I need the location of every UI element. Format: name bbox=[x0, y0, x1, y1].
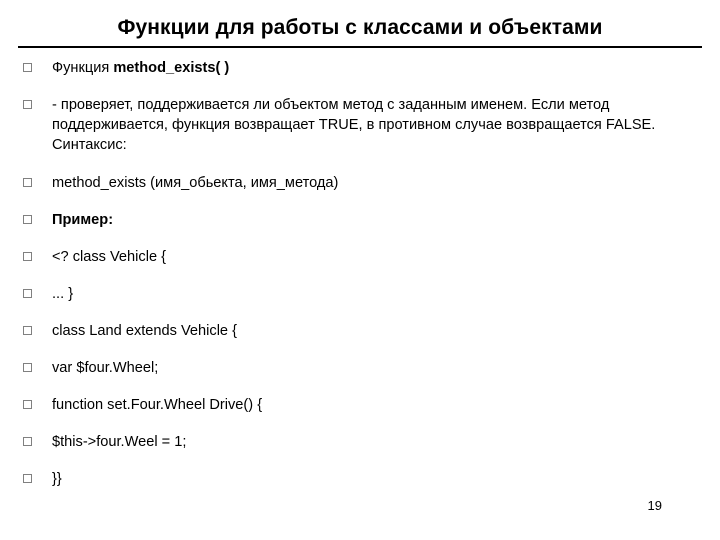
bullet-syntax: method_exists (имя_обьекта, имя_метода) bbox=[52, 175, 339, 191]
list-item: var $four.Wheel; bbox=[18, 358, 708, 378]
bullet-text-bold: method_exists( ) bbox=[113, 60, 230, 76]
square-bullet-icon bbox=[23, 215, 32, 224]
list-item: Пример: bbox=[18, 210, 708, 230]
list-item: }} bbox=[18, 469, 708, 489]
bullet-code-4: var $four.Wheel; bbox=[52, 360, 159, 376]
bullet-code-2: ... } bbox=[52, 286, 74, 302]
title-divider bbox=[18, 46, 702, 48]
square-bullet-icon bbox=[23, 289, 32, 298]
square-bullet-icon bbox=[23, 400, 32, 409]
bullet-code-3: class Land extends Vehicle { bbox=[52, 323, 237, 339]
bullet-list: Функция method_exists( ) - проверяет, по… bbox=[18, 58, 708, 503]
square-bullet-icon bbox=[23, 63, 32, 72]
list-item: - проверяет, поддерживается ли объектом … bbox=[18, 95, 708, 155]
square-bullet-icon bbox=[23, 178, 32, 187]
bullet-code-5: function set.Four.Wheel Drive() { bbox=[52, 397, 263, 413]
page-number: 19 bbox=[647, 498, 662, 513]
square-bullet-icon bbox=[23, 474, 32, 483]
bullet-code-1: <? class Vehicle { bbox=[52, 249, 166, 265]
list-item: method_exists (имя_обьекта, имя_метода) bbox=[18, 173, 708, 193]
bullet-code-7: }} bbox=[52, 471, 62, 487]
bullet-description: - проверяет, поддерживается ли объектом … bbox=[52, 97, 656, 153]
list-item: <? class Vehicle { bbox=[18, 247, 708, 267]
bullet-function-heading: Функция method_exists( ) bbox=[52, 58, 229, 78]
bullet-example-label: Пример: bbox=[52, 212, 114, 228]
square-bullet-icon bbox=[23, 326, 32, 335]
bullet-code-6: $this->four.Weel = 1; bbox=[52, 434, 187, 450]
list-item: class Land extends Vehicle { bbox=[18, 321, 708, 341]
list-item: $this->four.Weel = 1; bbox=[18, 432, 708, 452]
square-bullet-icon bbox=[23, 252, 32, 261]
list-item: Функция method_exists( ) bbox=[18, 58, 708, 78]
list-item: function set.Four.Wheel Drive() { bbox=[18, 395, 708, 415]
square-bullet-icon bbox=[23, 100, 32, 109]
square-bullet-icon bbox=[23, 437, 32, 446]
slide: Функции для работы с классами и объектам… bbox=[0, 0, 720, 540]
square-bullet-icon bbox=[23, 363, 32, 372]
list-item: ... } bbox=[18, 284, 708, 304]
page-title: Функции для работы с классами и объектам… bbox=[117, 16, 603, 39]
bullet-text-prefix: Функция bbox=[52, 60, 114, 76]
